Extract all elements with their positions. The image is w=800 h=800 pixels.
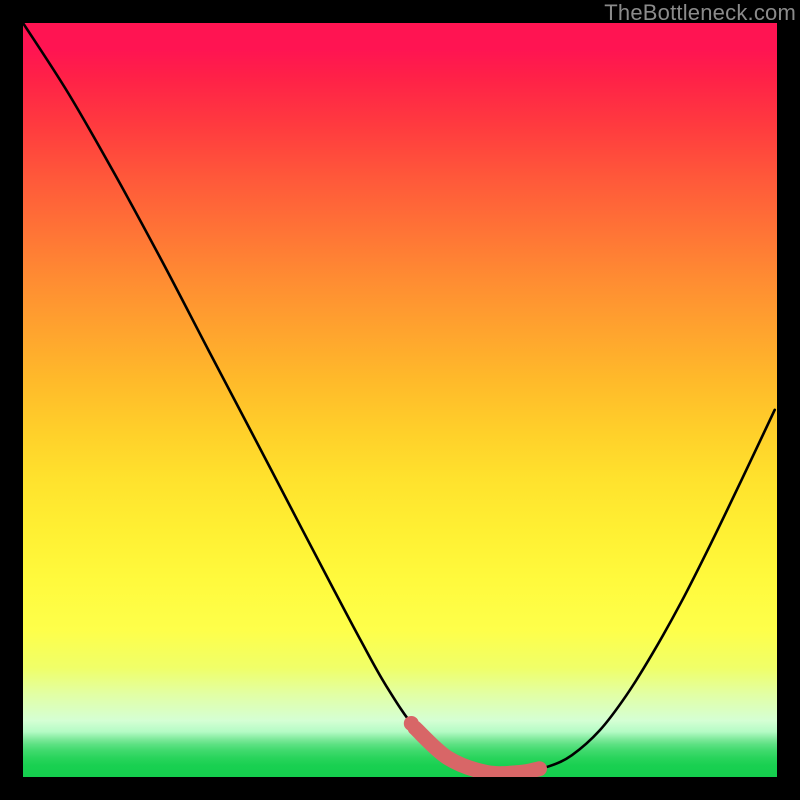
chart-plot-area <box>23 23 777 777</box>
chart-stage: TheBottleneck.com <box>0 0 800 800</box>
bottleneck-curve-path <box>23 23 775 774</box>
chart-curve-layer <box>23 23 777 777</box>
watermark-label: TheBottleneck.com <box>604 0 796 26</box>
bottleneck-highlight-path <box>415 728 539 774</box>
